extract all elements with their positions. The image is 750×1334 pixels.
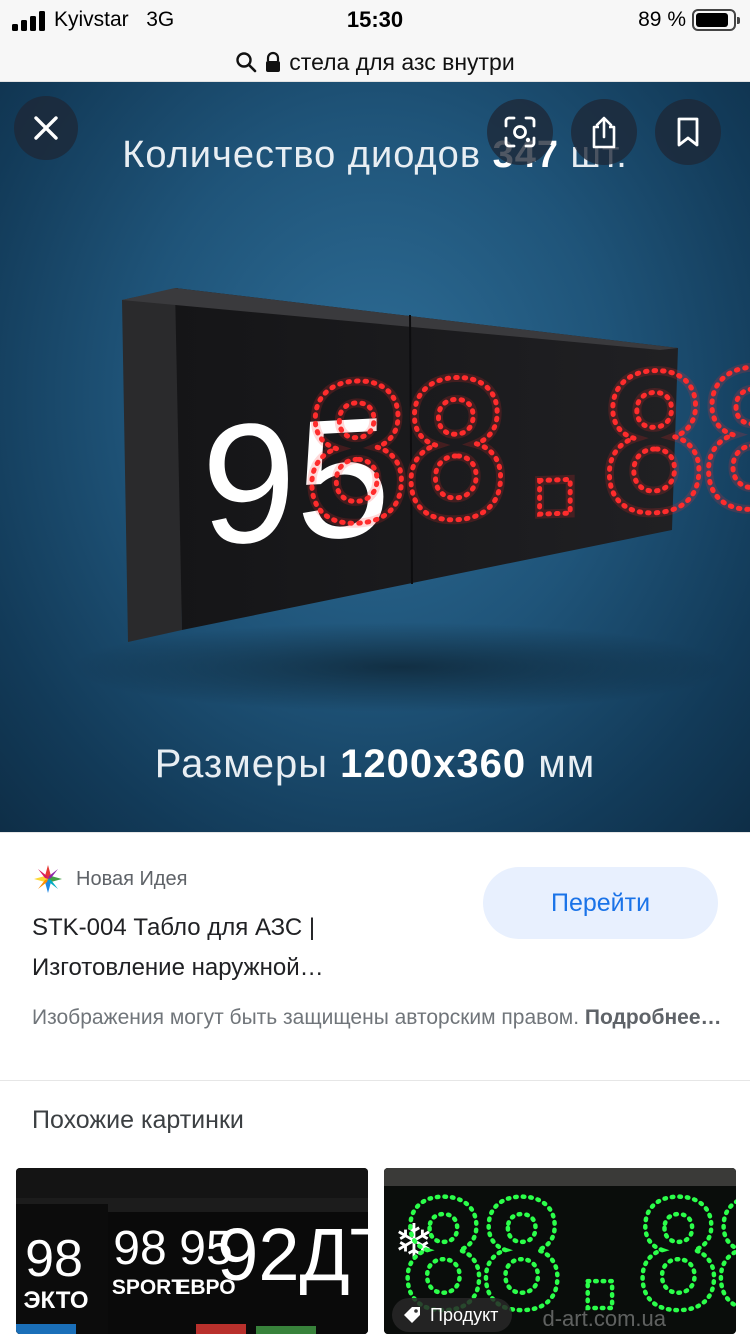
similar-image-2[interactable]: ❄ 88.88 d-art.com.ua Продукт: [384, 1168, 736, 1334]
product-badge: Продукт: [392, 1298, 513, 1332]
source-name: Новая Идея: [76, 867, 188, 890]
address-bar[interactable]: стела для азс внутри: [0, 44, 750, 82]
product-badge-label: Продукт: [430, 1304, 499, 1325]
source-row[interactable]: Новая Идея: [32, 863, 187, 895]
share-button[interactable]: [571, 99, 637, 165]
tag-icon: [404, 1307, 420, 1323]
bookmark-button[interactable]: [655, 99, 721, 165]
similar-image-1[interactable]: 98 ЭКТО 98 SPORT 95 ЕВРО 92ДТ: [16, 1168, 368, 1334]
result-info-panel: Новая Идея STK-004 Табло для АЗС | Изгот…: [0, 832, 750, 1080]
thumb-source-text: d-art.com.ua: [542, 1306, 667, 1331]
copyright-notice: Изображения могут быть защищены авторски…: [32, 1006, 722, 1029]
similar-images-heading: Похожие картинки: [32, 1106, 244, 1134]
search-query: стела для азс внутри: [289, 48, 515, 75]
close-button[interactable]: [14, 96, 78, 160]
grade-98-a: 98: [25, 1230, 83, 1288]
lock-icon: [266, 51, 281, 72]
size-caption: Размеры 1200x360 мм: [154, 742, 596, 786]
close-icon: [34, 116, 58, 140]
learn-more-link[interactable]: Подробнее…: [585, 1006, 722, 1029]
grade-label-ekto: ЭКТО: [23, 1287, 88, 1314]
battery-icon: [692, 9, 740, 31]
grade-label-sport: SPORT: [112, 1276, 185, 1299]
search-icon: [236, 52, 257, 73]
diodes-caption: Количество диодов 347 шт.: [122, 134, 627, 176]
preview-image[interactable]: 95 88.88 88.88 Количество диодов 347 шт.…: [0, 82, 750, 832]
battery-percent: 89 %: [638, 8, 686, 31]
grade-98-b: 98: [113, 1222, 166, 1275]
lens-icon: [504, 116, 536, 148]
led-price-board: 95 88.88 88.88: [70, 288, 750, 712]
fuel-prices-board-thumb: 98 ЭКТО 98 SPORT 95 ЕВРО 92ДТ: [16, 1168, 368, 1334]
led-glow: 88.88: [300, 331, 750, 567]
divider: [0, 1080, 750, 1081]
grade-92dt: 92ДТ: [217, 1213, 368, 1296]
share-icon: [592, 116, 616, 149]
result-title[interactable]: STK-004 Табло для АЗС | Изготовление нар…: [32, 908, 442, 988]
visit-button[interactable]: Перейти: [483, 867, 718, 939]
bookmark-icon: [677, 117, 699, 147]
status-bar: Kyivstar 3G 15:30 89 %: [0, 0, 750, 44]
lens-button[interactable]: [487, 99, 553, 165]
source-logo-icon: [34, 865, 62, 893]
